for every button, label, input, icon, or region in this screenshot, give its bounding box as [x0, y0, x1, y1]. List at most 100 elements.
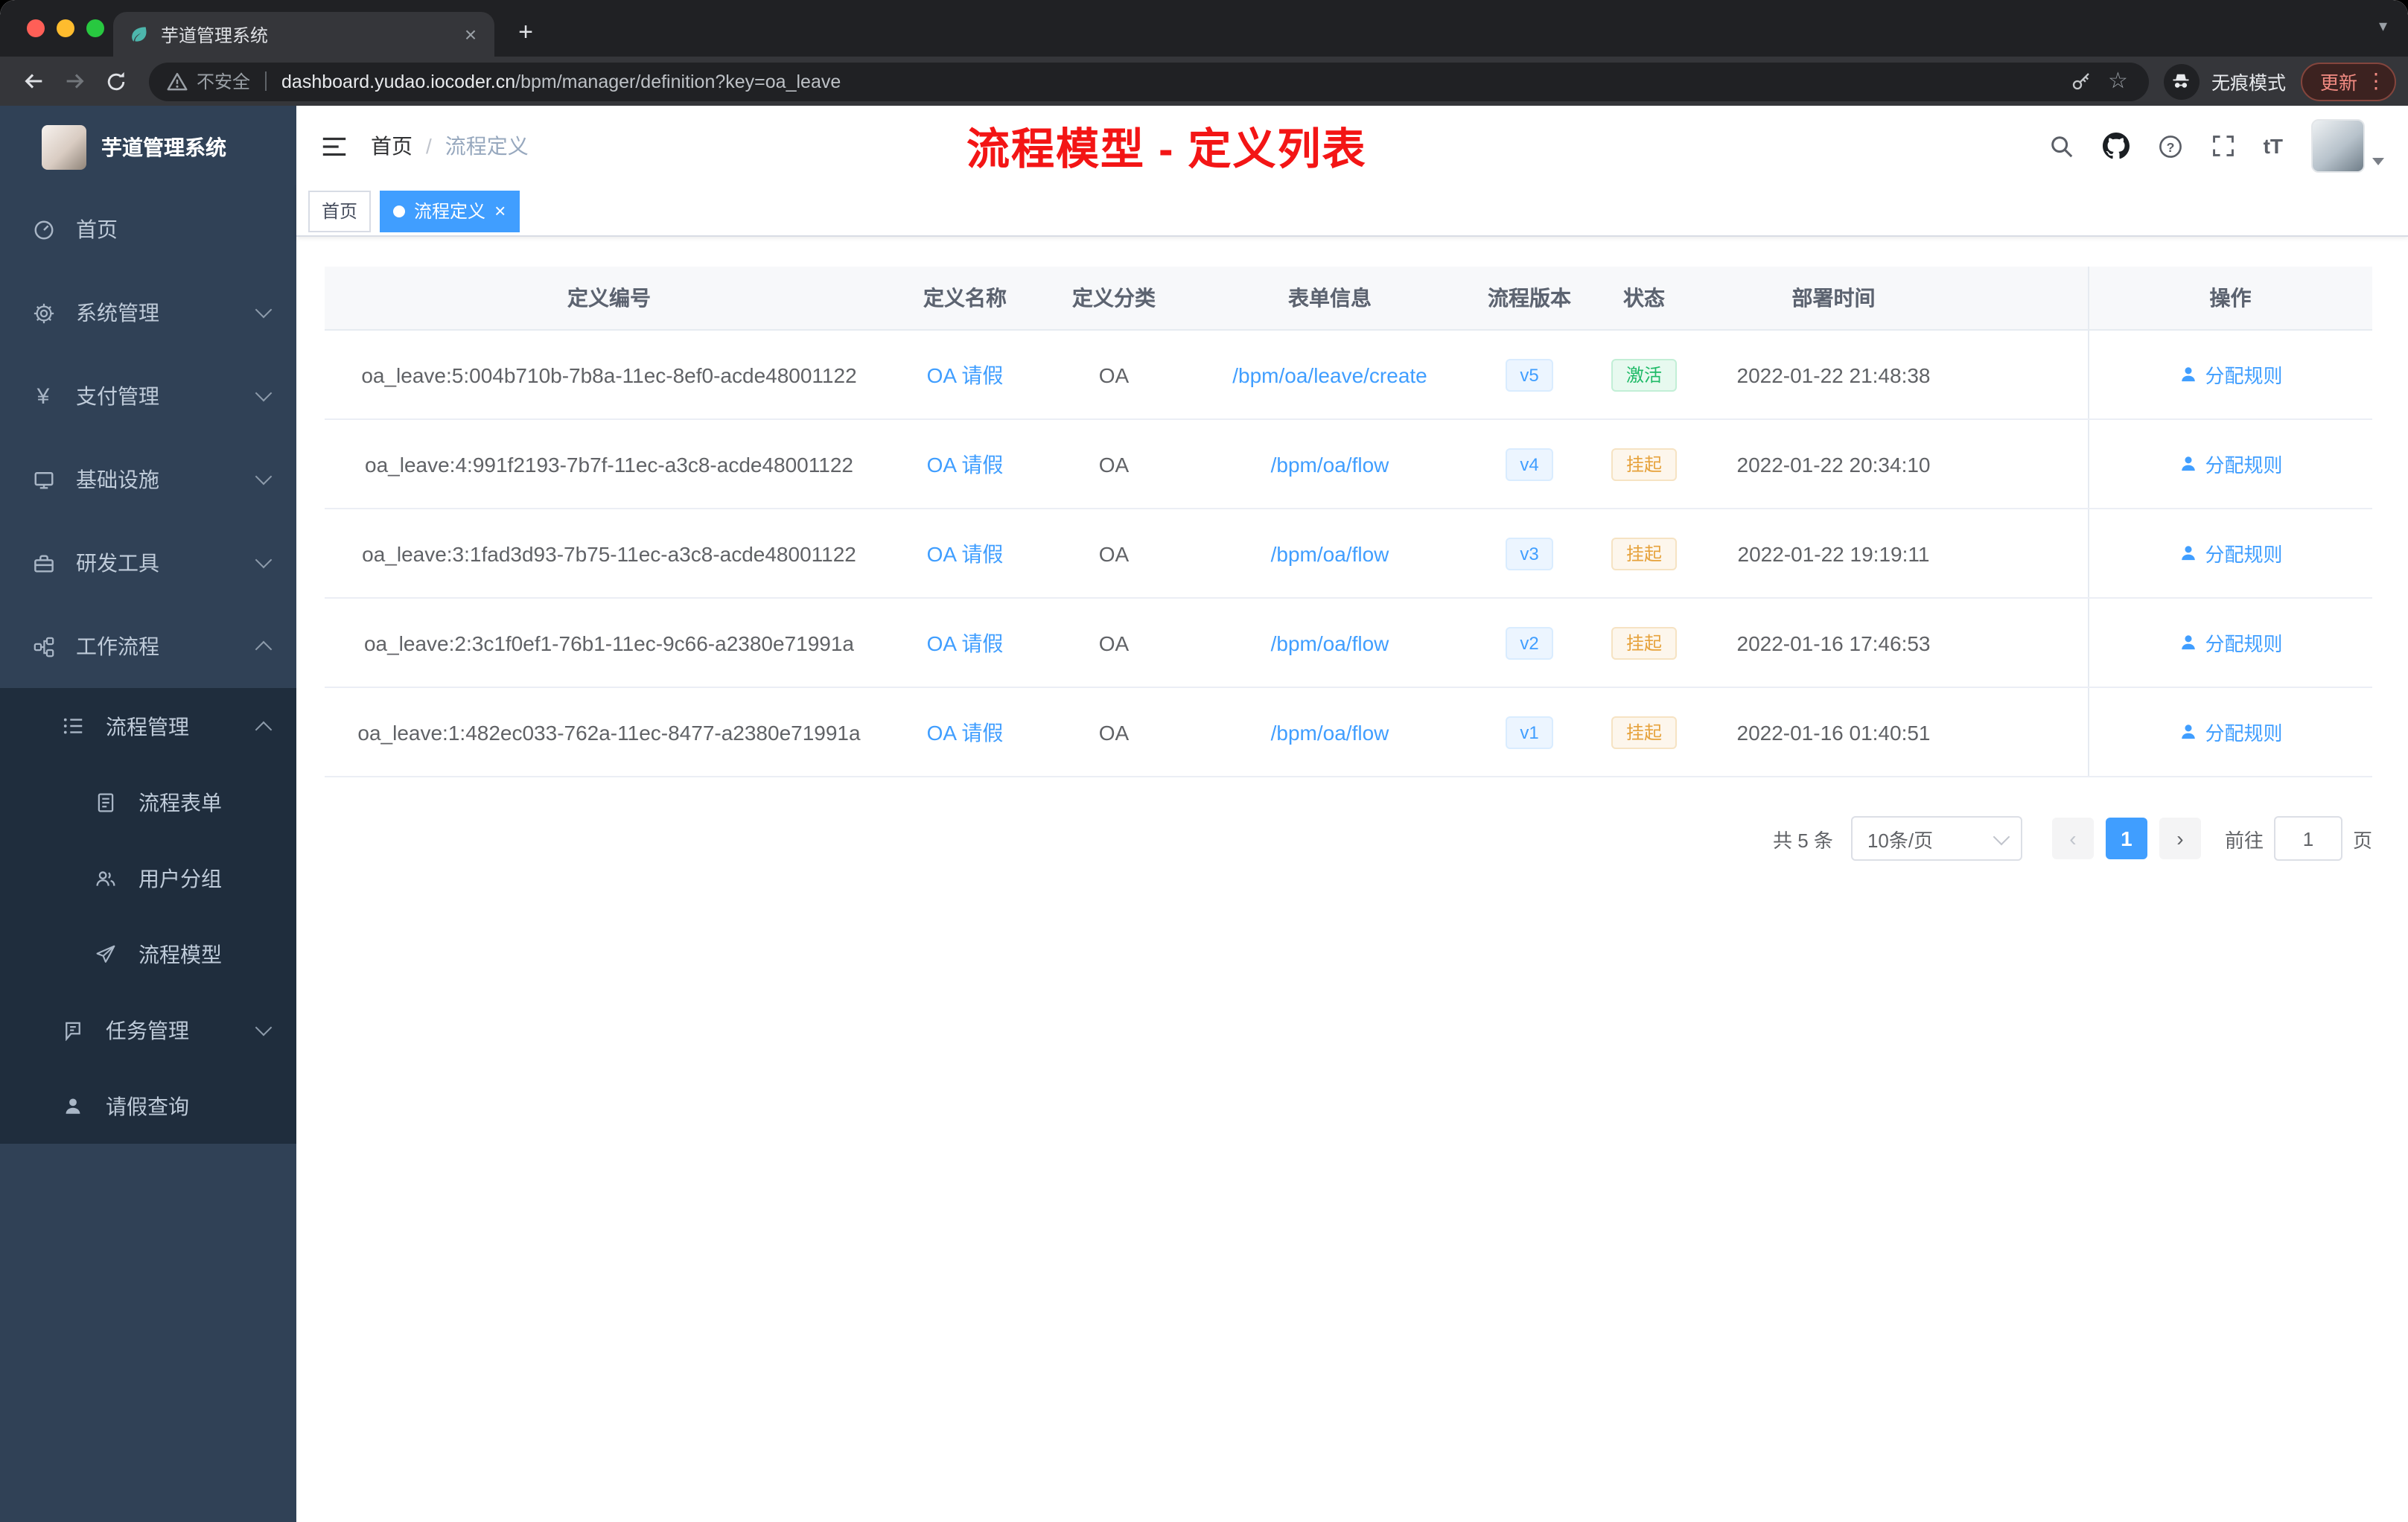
font-size-icon[interactable]: tT — [2264, 134, 2283, 158]
prev-page-button[interactable]: ‹ — [2051, 818, 2094, 859]
sidebar-item-system[interactable]: 系统管理 — [0, 271, 296, 354]
sidebar-item-process-management[interactable]: 流程管理 — [0, 688, 296, 764]
back-icon — [24, 74, 42, 89]
assign-rule-button[interactable]: 分配规则 — [2178, 360, 2283, 389]
browser-tab[interactable]: 芋道管理系统 × — [113, 12, 494, 57]
form-link[interactable]: /bpm/oa/flow — [1271, 452, 1389, 476]
sidebar-item-process-model[interactable]: 流程模型 — [0, 916, 296, 992]
new-tab-button[interactable]: + — [506, 13, 545, 52]
window-close-button[interactable] — [27, 19, 45, 37]
definition-name-link[interactable]: OA 请假 — [927, 452, 1004, 476]
monitor-icon — [30, 468, 57, 491]
table-row: oa_leave:1:482ec033-762a-11ec-8477-a2380… — [325, 687, 2372, 777]
table-row: oa_leave:3:1fad3d93-7b75-11ec-a3c8-acde4… — [325, 509, 2372, 599]
search-icon[interactable] — [2049, 133, 2074, 159]
definition-name-link[interactable]: OA 请假 — [927, 541, 1004, 565]
url-bar[interactable]: 不安全 dashboard.yudao.iocoder.cn/bpm/manag… — [149, 62, 2149, 101]
omnibox-right-icons: ☆ — [2057, 70, 2140, 92]
person-icon — [2181, 367, 2195, 382]
assign-rule-button[interactable]: 分配规则 — [2178, 718, 2283, 746]
sidebar-item-leave-query[interactable]: 请假查询 — [0, 1068, 296, 1144]
forward-button[interactable] — [54, 62, 95, 101]
assign-rule-button[interactable]: 分配规则 — [2178, 628, 2283, 657]
bookmark-star-icon[interactable]: ☆ — [2108, 70, 2128, 92]
password-key-icon[interactable] — [2069, 70, 2092, 92]
definition-name-link[interactable]: OA 请假 — [927, 363, 1004, 386]
next-page-button[interactable]: › — [2159, 818, 2201, 859]
form-link[interactable]: /bpm/oa/leave/create — [1232, 363, 1427, 386]
form-link[interactable]: /bpm/oa/flow — [1271, 541, 1389, 565]
assign-rule-button[interactable]: 分配规则 — [2178, 450, 2283, 478]
browser-menu-icon[interactable]: ⋮ — [2365, 69, 2387, 94]
form-link[interactable]: /bpm/oa/flow — [1271, 631, 1389, 655]
sidebar-item-infrastructure[interactable]: 基础设施 — [0, 438, 296, 521]
form-link[interactable]: /bpm/oa/flow — [1271, 720, 1389, 744]
page-size-select[interactable]: 10条/页 — [1850, 816, 2022, 861]
reload-icon — [107, 71, 125, 90]
sidebar-item-label: 系统管理 — [76, 301, 159, 325]
column-header: 表单信息 — [1191, 267, 1468, 331]
github-icon[interactable] — [2102, 133, 2130, 159]
table-header-row: 定义编号 定义名称 定义分类 表单信息 流程版本 状态 部署时间 操作 — [325, 267, 2372, 331]
document-icon — [92, 792, 119, 812]
fullscreen-icon[interactable] — [2211, 134, 2235, 158]
assign-rule-button[interactable]: 分配规则 — [2178, 539, 2283, 567]
pagination-goto: 前往 页 — [2225, 816, 2372, 861]
tag-home[interactable]: 首页 — [308, 190, 372, 232]
avatar[interactable] — [2311, 119, 2365, 173]
column-header: 定义编号 — [325, 267, 894, 331]
goto-page-input[interactable] — [2273, 816, 2342, 861]
sidebar-item-workflow[interactable]: 工作流程 — [0, 605, 296, 688]
sidebar-item-process-form[interactable]: 流程表单 — [0, 764, 296, 840]
security-label: 不安全 — [197, 71, 251, 92]
page-size-value: 10条/页 — [1867, 829, 1934, 851]
sidebar-item-task-management[interactable]: 任务管理 — [0, 992, 296, 1068]
sidebar-item-home[interactable]: 首页 — [0, 188, 296, 271]
svg-text:?: ? — [2166, 139, 2174, 154]
column-header: 部署时间 — [1698, 267, 2088, 331]
help-icon[interactable]: ? — [2158, 133, 2183, 159]
user-menu[interactable] — [2311, 119, 2384, 173]
workflow-submenu: 流程管理 流程表单 用户分组 流程模型 任务管理 请假查询 — [0, 688, 296, 1144]
breadcrumb-home[interactable]: 首页 — [371, 131, 413, 161]
assign-rule-label: 分配规则 — [2205, 454, 2283, 477]
tab-search-chevron-icon[interactable]: ▾ — [2379, 16, 2387, 36]
assign-rule-label: 分配规则 — [2205, 365, 2283, 387]
list-icon — [60, 715, 86, 737]
update-label: 更新 — [2319, 73, 2357, 94]
goto-label: 前往 — [2224, 829, 2264, 851]
security-indicator[interactable]: 不安全 — [167, 69, 250, 94]
sidebar-item-payment[interactable]: ¥ 支付管理 — [0, 354, 296, 438]
reload-button[interactable] — [95, 62, 137, 101]
person-icon — [2181, 635, 2195, 650]
column-header: 操作 — [2087, 267, 2372, 331]
definition-name-link[interactable]: OA 请假 — [927, 631, 1004, 655]
sidebar-item-user-group[interactable]: 用户分组 — [0, 840, 296, 916]
definition-name-link[interactable]: OA 请假 — [927, 720, 1004, 744]
incognito-label: 无痕模式 — [2211, 73, 2286, 94]
page-unit-label: 页 — [2352, 829, 2372, 851]
version-badge: v3 — [1505, 537, 1554, 570]
sidebar-collapse-button[interactable] — [320, 132, 348, 160]
sidebar-item-label: 支付管理 — [76, 384, 159, 408]
header-actions: ? tT — [2049, 119, 2384, 173]
back-button[interactable] — [12, 62, 54, 101]
definition-category: OA — [1036, 687, 1191, 777]
person-icon — [2181, 456, 2195, 471]
assign-rule-label: 分配规则 — [2205, 633, 2283, 655]
tag-close-icon[interactable]: × — [494, 201, 506, 220]
deploy-time: 2022-01-22 20:34:10 — [1698, 419, 2088, 509]
sidebar-item-dev-tools[interactable]: 研发工具 — [0, 521, 296, 605]
table-row: oa_leave:4:991f2193-7b7f-11ec-a3c8-acde4… — [325, 419, 2372, 509]
tag-label: 首页 — [322, 201, 358, 222]
page-header: 首页 / 流程定义 流程模型 - 定义列表 ? tT — [296, 106, 2408, 186]
definition-table: 定义编号 定义名称 定义分类 表单信息 流程版本 状态 部署时间 操作 oa_l — [325, 267, 2372, 777]
window-zoom-button[interactable] — [86, 19, 104, 37]
tag-process-definition[interactable]: 流程定义 × — [380, 190, 520, 232]
tab-close-icon[interactable]: × — [459, 22, 482, 46]
toolbox-icon — [30, 552, 57, 574]
window-minimize-button[interactable] — [57, 19, 74, 37]
app: 芋道管理系统 首页 系统管理 ¥ 支付管理 基础设施 研发工具 工作流程 流程管… — [0, 106, 2408, 1522]
chrome-update-button[interactable]: 更新 ⋮ — [2300, 62, 2396, 101]
page-number-button[interactable]: 1 — [2105, 818, 2147, 859]
